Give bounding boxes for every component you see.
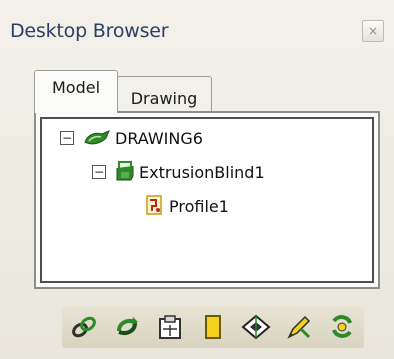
extrusion-feature-icon [114,160,136,184]
tree-panel: − DRAWING6 − ExtrusionBlind1 Profile1 [34,111,380,289]
collapse-toggle[interactable]: − [60,131,74,145]
pencil-tool-icon[interactable] [283,311,315,343]
tree-node-label: ExtrusionBlind1 [139,162,265,182]
tree-node-extrusionblind1[interactable]: − ExtrusionBlind1 [92,159,265,185]
yellow-note-icon[interactable] [197,311,229,343]
tab-model-label: Model [51,78,101,97]
window-title: Desktop Browser [10,20,169,42]
profile-sketch-icon [144,194,166,218]
rebuild-icon[interactable] [326,311,358,343]
tree-node-label: DRAWING6 [115,128,203,148]
browser-toolbar [62,306,364,348]
collapse-toggle[interactable]: − [92,165,106,179]
view-orient-icon[interactable] [240,311,272,343]
tab-model[interactable]: Model [34,70,118,113]
title-bar: Desktop Browser × [8,14,386,48]
update-part-icon[interactable] [111,311,143,343]
tab-drawing[interactable]: Drawing [116,76,212,113]
clipboard-icon[interactable] [154,311,186,343]
tree-node-drawing6[interactable]: − DRAWING6 [60,125,203,151]
tree-node-label: Profile1 [169,196,229,216]
part-icon [82,128,112,148]
close-button[interactable]: × [362,20,384,42]
tree-node-profile1[interactable]: Profile1 [144,193,229,219]
model-tree: − DRAWING6 − ExtrusionBlind1 Profile1 [40,117,374,283]
link-chain-icon[interactable] [68,311,100,343]
desktop-browser-panel: Desktop Browser × Model Drawing − DRAWIN… [0,0,394,359]
tab-drawing-label: Drawing [130,89,198,108]
